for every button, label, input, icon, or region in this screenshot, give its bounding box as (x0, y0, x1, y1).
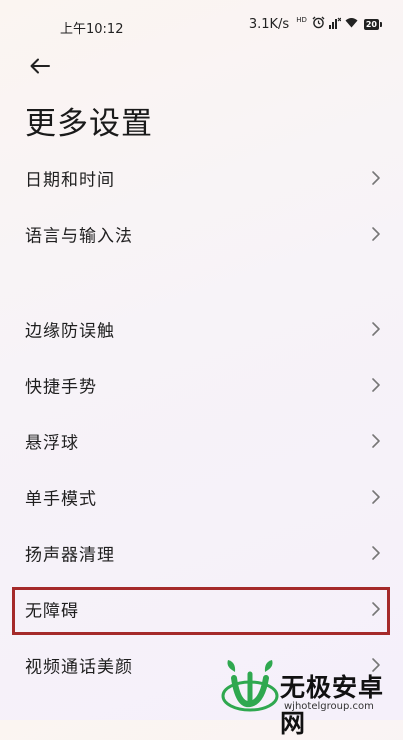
chevron-right-icon (372, 546, 380, 560)
settings-item-date-time[interactable]: 日期和时间 (0, 151, 403, 205)
settings-item-one-handed[interactable]: 单手模式 (0, 470, 403, 524)
network-speed: 3.1K/s (248, 17, 290, 32)
chevron-right-icon (372, 434, 380, 448)
signal-x-icon (328, 17, 342, 33)
settings-item-label: 日期和时间 (25, 170, 115, 191)
settings-item-speaker-cleaning[interactable]: 扬声器清理 (0, 526, 403, 580)
status-icons: 3.1K/s HD 20 (248, 16, 383, 33)
alarm-clock-icon (312, 16, 325, 33)
settings-item-label: 快捷手势 (25, 377, 97, 398)
settings-item-label: 单手模式 (25, 489, 97, 510)
chevron-right-icon (372, 378, 380, 392)
battery-icon: 20 (363, 19, 383, 30)
settings-item-label: 边缘防误触 (25, 321, 115, 342)
watermark-url: wjhotelgroup.com (284, 701, 374, 712)
settings-item-label: 扬声器清理 (25, 545, 115, 566)
settings-item-label: 语言与输入法 (25, 226, 133, 247)
chevron-right-icon (372, 602, 380, 616)
hd-indicator: HD (296, 16, 307, 24)
chevron-right-icon (372, 171, 380, 185)
wifi-icon (345, 17, 358, 32)
settings-item-language-input[interactable]: 语言与输入法 (0, 207, 403, 261)
settings-item-gestures[interactable]: 快捷手势 (0, 358, 403, 412)
page-title: 更多设置 (25, 106, 153, 142)
settings-item-label: 悬浮球 (25, 433, 79, 454)
arrow-left-icon (30, 58, 50, 74)
settings-item-edge-protection[interactable]: 边缘防误触 (0, 302, 403, 356)
settings-item-floating-ball[interactable]: 悬浮球 (0, 414, 403, 468)
chevron-right-icon (372, 227, 380, 241)
settings-item-label: 无障碍 (25, 601, 79, 622)
chevron-right-icon (372, 322, 380, 336)
status-time: 上午10:12 (60, 22, 124, 37)
status-bar: 上午10:12 3.1K/s HD 20 (0, 0, 403, 52)
chevron-right-icon (372, 490, 380, 504)
settings-item-accessibility[interactable]: 无障碍 (0, 582, 403, 636)
back-button[interactable] (22, 50, 58, 82)
watermark: 无极安卓网 wjhotelgroup.com (212, 652, 403, 738)
settings-item-label: 视频通话美颜 (25, 657, 133, 678)
watermark-logo-icon (221, 660, 279, 712)
